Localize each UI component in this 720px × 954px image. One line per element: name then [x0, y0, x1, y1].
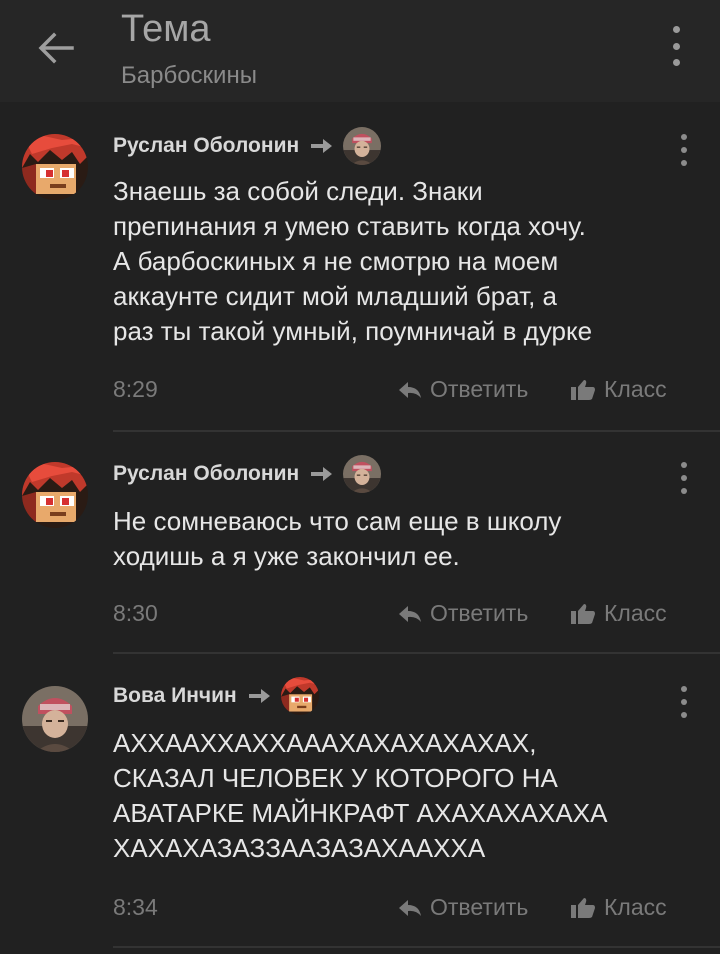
avatar[interactable]	[22, 686, 88, 752]
reply-button[interactable]: Ответить	[398, 894, 528, 921]
comment-text: АХХААХХАХХАААХАХАХАХАХАХ, СКАЗАЛ ЧЕЛОВЕК…	[113, 728, 608, 863]
more-vertical-icon	[675, 134, 693, 166]
reply-label: Ответить	[430, 600, 529, 626]
divider	[113, 430, 720, 432]
arrow-right-icon	[311, 139, 333, 153]
arrow-left-icon	[38, 32, 74, 64]
comment-author-row: Руслан Оболонин	[113, 454, 382, 494]
like-button[interactable]: Класс	[570, 600, 667, 627]
reply-to-avatar[interactable]	[343, 455, 382, 493]
divider	[113, 946, 720, 948]
reply-to-avatar[interactable]	[280, 677, 319, 715]
comment-menu-button[interactable]	[675, 134, 693, 166]
reply-icon	[399, 605, 421, 622]
like-label: Класс	[604, 376, 667, 402]
reply-label: Ответить	[430, 376, 529, 402]
author-name[interactable]: Вова Инчин	[113, 684, 237, 708]
comment-author-row: Руслан Оболонин	[113, 126, 382, 166]
comment-menu-button[interactable]	[675, 462, 693, 494]
author-name[interactable]: Руслан Оболонин	[113, 462, 299, 486]
arrow-right-icon	[311, 467, 333, 481]
reply-icon	[399, 899, 421, 916]
more-vertical-icon	[675, 462, 693, 494]
thumbs-up-icon	[571, 897, 595, 918]
comment-text: Знаешь за собой следи. Знаки препинания …	[113, 176, 593, 346]
page-subtitle: Барбоскины	[121, 62, 257, 89]
reply-button[interactable]: Ответить	[398, 600, 528, 627]
top-bar: Тема Барбоскины	[0, 0, 720, 102]
comment-time: 8:29	[113, 376, 158, 402]
arrow-right-icon	[248, 689, 270, 703]
like-label: Класс	[604, 600, 667, 626]
comment-time: 8:34	[113, 894, 158, 920]
like-button[interactable]: Класс	[570, 894, 667, 921]
overflow-menu-button[interactable]	[664, 26, 688, 66]
more-vertical-icon	[664, 26, 688, 66]
author-name[interactable]: Руслан Оболонин	[113, 134, 299, 158]
reply-button[interactable]: Ответить	[398, 376, 528, 403]
like-label: Класс	[604, 894, 667, 920]
avatar[interactable]	[22, 134, 88, 200]
more-vertical-icon	[675, 686, 693, 718]
reply-label: Ответить	[430, 894, 529, 920]
avatar[interactable]	[22, 462, 88, 528]
comment-time: 8:30	[113, 600, 158, 626]
divider	[113, 652, 720, 654]
reply-to-avatar[interactable]	[343, 127, 382, 165]
comment-author-row: Вова Инчин	[113, 676, 319, 716]
comment-menu-button[interactable]	[675, 686, 693, 718]
thumbs-up-icon	[571, 379, 595, 400]
page-title: Тема	[121, 8, 211, 50]
reply-icon	[399, 381, 421, 398]
back-button[interactable]	[34, 26, 78, 70]
thumbs-up-icon	[571, 603, 595, 624]
like-button[interactable]: Класс	[570, 376, 667, 403]
comment-text: Не сомневаюсь что сам еще в школу ходишь…	[113, 506, 562, 571]
